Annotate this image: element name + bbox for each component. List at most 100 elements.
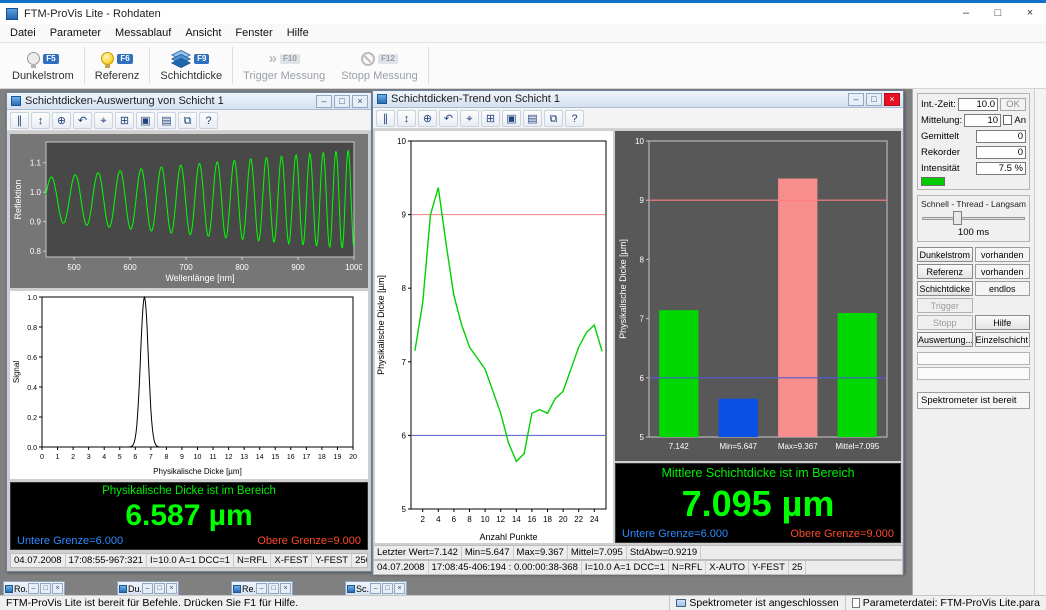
minimized-window-referenz[interactable]: Re... – □ × <box>231 581 293 595</box>
restore-button[interactable]: – <box>28 583 39 594</box>
gemittelt-label: Gemittelt <box>921 131 974 142</box>
save-icon[interactable]: ▣ <box>136 112 155 129</box>
auswertung-status: Einzelschicht 1 <box>975 332 1031 347</box>
menu-ansicht[interactable]: Ansicht <box>178 24 228 42</box>
menu-datei[interactable]: Datei <box>3 24 43 42</box>
child-titlebar[interactable]: Schichtdicken-Trend von Schicht 1 – □ × <box>373 91 903 108</box>
result-headline: Mittlere Schichtdicke ist im Bereich <box>622 466 894 480</box>
scale-icon[interactable]: ↕ <box>31 112 50 129</box>
maximize-button[interactable]: □ <box>382 583 393 594</box>
signal-chart[interactable]: 0.00.20.40.60.81.00123456789101112131415… <box>10 291 368 479</box>
menu-fenster[interactable]: Fenster <box>228 24 279 42</box>
svg-text:Min=5.647: Min=5.647 <box>719 442 757 451</box>
intensity-indicator <box>921 177 945 186</box>
center-icon[interactable]: ⌖ <box>460 110 479 127</box>
maximize-button[interactable]: □ <box>154 583 165 594</box>
reflection-chart[interactable]: 0.80.91.01.15006007008009001000Wellenlän… <box>10 134 368 288</box>
minimize-button[interactable]: – <box>950 3 982 24</box>
restore-button[interactable]: □ <box>334 95 350 108</box>
titlebar[interactable]: FTM-ProVis Lite - Rohdaten – □ × <box>0 3 1046 24</box>
schichtdicke-panel-button[interactable]: Schichtdicke <box>917 281 973 296</box>
speed-slider[interactable] <box>922 211 1025 225</box>
an-checkbox[interactable] <box>1003 115 1012 125</box>
close-button[interactable]: × <box>394 583 405 594</box>
minimized-window-title: Sc... <box>356 584 369 594</box>
zoom-icon[interactable]: ⊕ <box>52 112 71 129</box>
int-zeit-input[interactable]: 10.0 <box>958 98 998 111</box>
help-icon[interactable]: ? <box>565 110 584 127</box>
empty-field-1 <box>917 352 1030 365</box>
close-button[interactable]: × <box>1014 3 1046 24</box>
mittelung-input[interactable]: 10 <box>964 114 1001 127</box>
restore-button[interactable]: – <box>142 583 153 594</box>
schichtdicke-button[interactable]: F9 Schichtdicke <box>152 43 230 88</box>
svg-text:14: 14 <box>256 454 264 461</box>
stopp-messung-button: F12 Stopp Messung <box>333 43 425 88</box>
maximize-button[interactable]: □ <box>268 583 279 594</box>
intensitaet-label: Intensität <box>921 163 974 174</box>
save-icon[interactable]: ▣ <box>502 110 521 127</box>
close-button[interactable]: × <box>166 583 177 594</box>
pause-icon[interactable]: ∥ <box>10 112 29 129</box>
svg-text:8: 8 <box>467 515 472 524</box>
restore-button[interactable]: – <box>256 583 267 594</box>
svg-text:9: 9 <box>180 454 184 461</box>
dunkelstrom-panel-button[interactable]: Dunkelstrom <box>917 247 973 262</box>
menu-messablauf[interactable]: Messablauf <box>108 24 178 42</box>
svg-text:20: 20 <box>349 454 357 461</box>
undo-icon[interactable]: ↶ <box>73 112 92 129</box>
window-options-icon[interactable]: ⊞ <box>115 112 134 129</box>
maximize-button[interactable]: □ <box>40 583 51 594</box>
status-time: 17:08:55-967:321 <box>66 554 147 567</box>
minimize-button[interactable]: – <box>316 95 332 108</box>
restore-button[interactable]: □ <box>866 93 882 106</box>
window-icon <box>119 585 127 593</box>
close-button[interactable]: × <box>352 95 368 108</box>
copy-icon[interactable]: ⧉ <box>544 110 563 127</box>
trend-chart[interactable]: 567891024681012141618202224Anzahl Punkte… <box>375 131 613 543</box>
center-icon[interactable]: ⌖ <box>94 112 113 129</box>
close-button[interactable]: × <box>280 583 291 594</box>
svg-text:16: 16 <box>287 454 295 461</box>
window-options-icon[interactable]: ⊞ <box>481 110 500 127</box>
lower-limit-label: Untere Grenze=6.000 <box>17 535 123 547</box>
referenz-button[interactable]: F6 Referenz <box>87 43 148 88</box>
minimized-window-dunkelstrom[interactable]: Du... – □ × <box>117 581 179 595</box>
help-icon[interactable]: ? <box>199 112 218 129</box>
statusbar-message: FTM-ProVis Lite ist bereit für Befehle. … <box>0 597 304 609</box>
close-button[interactable]: × <box>52 583 63 594</box>
bar-chart[interactable]: 5678910Physikalische Dicke [µm]7.142Min=… <box>615 131 901 461</box>
svg-text:7: 7 <box>149 454 153 461</box>
undo-icon[interactable]: ↶ <box>439 110 458 127</box>
auswertung-button[interactable]: Auswertung... <box>917 332 973 347</box>
spectrometer-ready-status: Spektrometer ist bereit <box>917 392 1030 409</box>
print-icon[interactable]: ▤ <box>157 112 176 129</box>
close-button[interactable]: × <box>884 93 900 106</box>
minimized-window-schichtdicke[interactable]: Sc... – □ × <box>345 581 407 595</box>
window-icon <box>11 96 21 106</box>
svg-text:6: 6 <box>640 374 645 383</box>
dunkelstrom-button[interactable]: F5 Dunkelstrom <box>4 43 82 88</box>
hilfe-button[interactable]: Hilfe <box>975 315 1031 330</box>
referenz-panel-button[interactable]: Referenz <box>917 264 973 279</box>
slider-thumb[interactable] <box>953 211 962 225</box>
copy-icon[interactable]: ⧉ <box>178 112 197 129</box>
child-titlebar[interactable]: Schichtdicken-Auswertung von Schicht 1 –… <box>7 93 371 110</box>
restore-button[interactable]: – <box>370 583 381 594</box>
menu-parameter[interactable]: Parameter <box>43 24 108 42</box>
minimize-button[interactable]: – <box>848 93 864 106</box>
pause-icon[interactable]: ∥ <box>376 110 395 127</box>
slider-track[interactable] <box>922 217 1025 220</box>
print-icon[interactable]: ▤ <box>523 110 542 127</box>
vertical-scrollbar[interactable] <box>1034 89 1046 595</box>
minimized-window-rohdaten[interactable]: Ro... – □ × <box>3 581 65 595</box>
scale-icon[interactable]: ↕ <box>397 110 416 127</box>
menu-hilfe[interactable]: Hilfe <box>280 24 316 42</box>
svg-text:10: 10 <box>635 137 644 146</box>
svg-text:13: 13 <box>240 454 248 461</box>
svg-text:Mittel=7.095: Mittel=7.095 <box>835 442 879 451</box>
maximize-button[interactable]: □ <box>982 3 1014 24</box>
stat-mean: Mittel=7.095 <box>568 546 627 559</box>
ok-button[interactable]: OK <box>1000 98 1026 111</box>
zoom-icon[interactable]: ⊕ <box>418 110 437 127</box>
